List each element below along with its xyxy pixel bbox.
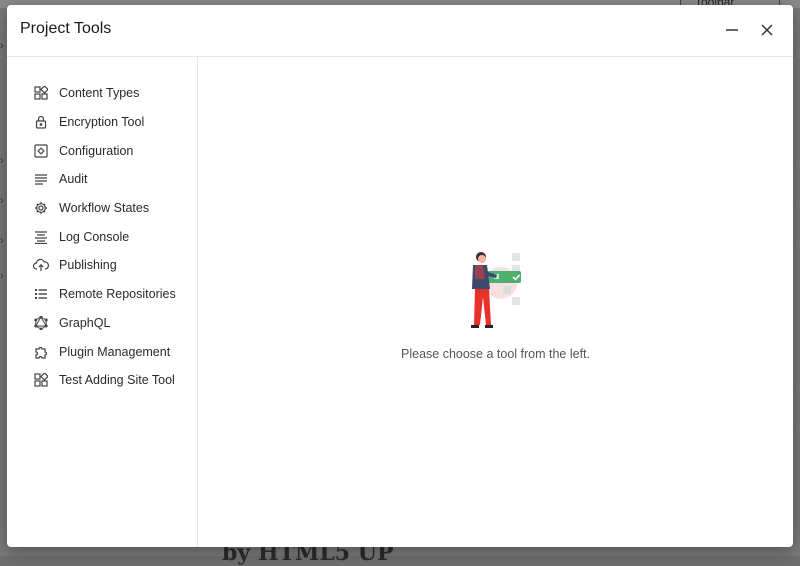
- dialog-header: Project Tools: [7, 5, 793, 57]
- minimize-button[interactable]: [720, 18, 744, 42]
- empty-state-message: Please choose a tool from the left.: [401, 347, 590, 361]
- configuration-icon: [33, 143, 49, 159]
- list-icon: [33, 286, 49, 302]
- tool-content-area: Please choose a tool from the left.: [198, 57, 793, 547]
- tools-nav-list: Content Types Encryption Tool Configurat…: [7, 57, 197, 395]
- sidebar-item-encryption-tool[interactable]: Encryption Tool: [7, 108, 197, 137]
- sidebar-item-plugin-management[interactable]: Plugin Management: [7, 337, 197, 366]
- dialog-title: Project Tools: [20, 20, 112, 37]
- graphql-icon: [33, 315, 49, 331]
- sidebar-item-label: GraphQL: [59, 315, 111, 330]
- background-chevron-icon: ›: [0, 155, 4, 167]
- minimize-icon: [726, 29, 738, 31]
- sidebar-item-workflow-states[interactable]: Workflow States: [7, 194, 197, 223]
- sidebar-item-label: Remote Repositories: [59, 287, 176, 302]
- sidebar-item-log-console[interactable]: Log Console: [7, 222, 197, 251]
- sidebar-item-label: Audit: [59, 172, 88, 187]
- sidebar-item-remote-repositories[interactable]: Remote Repositories: [7, 280, 197, 309]
- close-icon: [761, 24, 773, 36]
- tools-sidebar: Content Types Encryption Tool Configurat…: [7, 57, 198, 547]
- background-chevron-icon: ›: [0, 235, 4, 247]
- background-chevron-icon: ›: [0, 270, 4, 282]
- log-console-icon: [33, 229, 49, 245]
- sidebar-item-label: Plugin Management: [59, 344, 171, 359]
- sidebar-item-test-adding-site-tool[interactable]: Test Adding Site Tool: [7, 366, 197, 395]
- lock-icon: [33, 114, 49, 130]
- sidebar-item-label: Encryption Tool: [59, 115, 145, 130]
- sidebar-item-label: Content Types: [59, 86, 140, 101]
- gear-icon: [33, 200, 49, 216]
- sidebar-item-configuration[interactable]: Configuration: [7, 136, 197, 165]
- sidebar-item-graphql[interactable]: GraphQL: [7, 309, 197, 338]
- sidebar-item-label: Workflow States: [59, 201, 150, 216]
- sidebar-item-label: Log Console: [59, 229, 130, 244]
- person-choosing-tool-illustration: [471, 252, 521, 328]
- project-tools-dialog: Project Tools Content Types Encryption T…: [7, 5, 793, 547]
- sidebar-item-publishing[interactable]: Publishing: [7, 251, 197, 280]
- puzzle-icon: [33, 344, 49, 360]
- sidebar-item-label: Configuration: [59, 143, 134, 158]
- background-chevron-icon: ›: [0, 40, 4, 52]
- close-button[interactable]: [755, 18, 779, 42]
- sidebar-item-content-types[interactable]: Content Types: [7, 79, 197, 108]
- background-chevron-icon: ›: [0, 195, 4, 207]
- sidebar-item-label: Publishing: [59, 258, 117, 273]
- sidebar-item-label: Test Adding Site Tool: [59, 373, 175, 388]
- content-types-icon: [33, 85, 49, 101]
- audit-lines-icon: [33, 171, 49, 187]
- content-types-icon: [33, 372, 49, 388]
- cloud-upload-icon: [33, 257, 49, 273]
- sidebar-item-audit[interactable]: Audit: [7, 165, 197, 194]
